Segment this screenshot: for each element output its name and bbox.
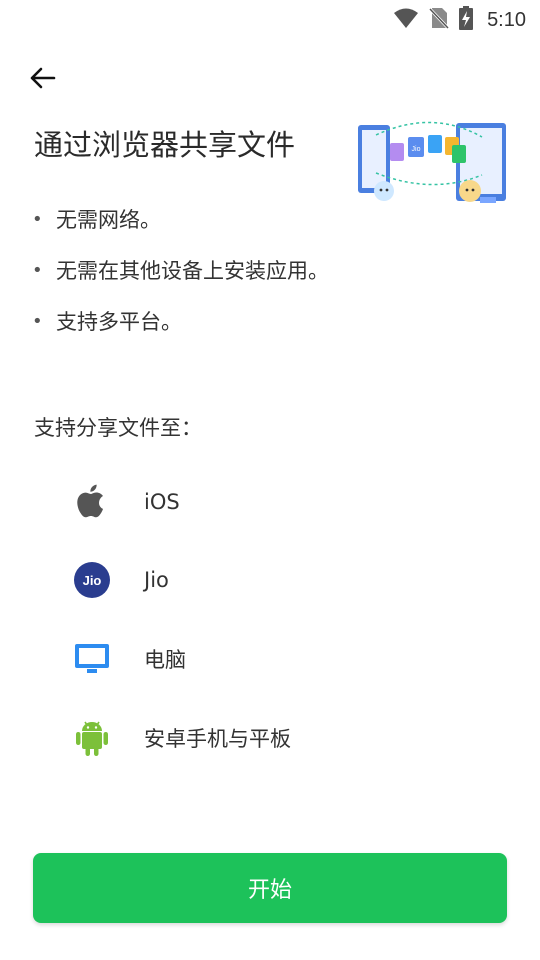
platform-item-android: 安卓手机与平板 xyxy=(72,714,372,762)
wifi-icon xyxy=(393,7,419,33)
no-sim-icon xyxy=(428,6,450,34)
feature-text: 无需在其他设备上安装应用。 xyxy=(56,259,329,283)
android-icon xyxy=(72,718,112,758)
platform-label: iOS xyxy=(144,490,180,514)
bullet-marker: • xyxy=(32,260,43,281)
platform-item-jio: Jio Jio xyxy=(72,556,372,604)
bullet-marker: • xyxy=(32,311,43,332)
bullet-marker: • xyxy=(32,209,43,230)
page-title: 通过浏览器共享文件 xyxy=(34,128,296,162)
arrow-left-icon xyxy=(28,66,56,94)
start-button[interactable]: 开始 xyxy=(33,853,507,923)
feature-text: 支持多平台。 xyxy=(56,310,182,334)
feature-item: • 无需在其他设备上安装应用。 xyxy=(32,257,329,308)
share-illustration: Jio xyxy=(352,115,512,215)
platform-label: 电脑 xyxy=(144,648,186,672)
platform-item-pc: 电脑 xyxy=(72,635,372,683)
feature-list: • 无需网络。 • 无需在其他设备上安装应用。 • 支持多平台。 xyxy=(32,206,329,359)
status-bar: 5:10 xyxy=(0,0,540,36)
battery-charging-icon xyxy=(459,6,474,34)
feature-item: • 无需网络。 xyxy=(32,206,329,257)
monitor-icon xyxy=(72,639,112,679)
status-icons: 5:10 xyxy=(393,6,526,34)
apple-icon xyxy=(72,482,112,522)
platform-label: 安卓手机与平板 xyxy=(144,727,291,751)
svg-text:Jio: Jio xyxy=(412,146,421,153)
status-time: 5:10 xyxy=(487,8,526,31)
feature-item: • 支持多平台。 xyxy=(32,308,329,359)
platform-label: Jio xyxy=(144,568,169,592)
feature-text: 无需网络。 xyxy=(56,208,161,232)
supported-platforms-heading: 支持分享文件至： xyxy=(34,416,202,440)
svg-text:Jio: Jio xyxy=(83,573,102,588)
platform-item-ios: iOS xyxy=(72,478,372,526)
back-button[interactable] xyxy=(24,62,60,98)
jio-icon: Jio xyxy=(72,560,112,600)
